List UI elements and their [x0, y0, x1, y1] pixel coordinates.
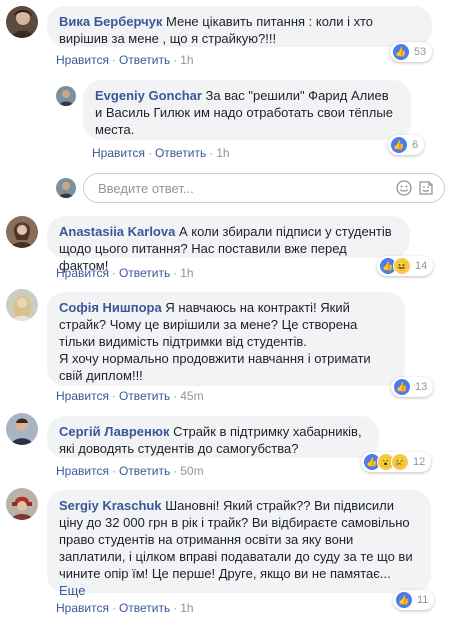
reaction-count: 14	[415, 260, 428, 272]
reply-input[interactable]	[96, 180, 360, 197]
avatar[interactable]	[6, 488, 38, 520]
reaction-badge[interactable]: 👍 53	[390, 42, 433, 62]
comment-actions: Нравится · Ответить · 1h	[56, 266, 194, 280]
avatar[interactable]	[6, 216, 38, 248]
comment-actions: Нравится · Ответить · 45m	[56, 389, 204, 403]
reply-link[interactable]: Ответить	[119, 53, 170, 67]
comment-actions: Нравится · Ответить · 50m	[56, 464, 204, 478]
reply-link[interactable]: Ответить	[119, 601, 170, 615]
timestamp[interactable]: 1h	[216, 146, 229, 160]
like-reaction-icon: 👍	[390, 136, 408, 154]
like-reaction-icon: 👍	[393, 378, 411, 396]
sticker-icon[interactable]	[418, 180, 434, 196]
sad-reaction-icon: 😢	[391, 453, 409, 471]
comment-actions: Нравится · Ответить · 1h	[56, 601, 194, 615]
reaction-badge[interactable]: 👍 6	[388, 135, 425, 155]
comment-actions: Нравится · Ответить · 1h	[92, 146, 230, 160]
reaction-count: 13	[415, 381, 428, 393]
comment-bubble: Sergiy Kraschuk Шановні! Який страйк?? В…	[47, 490, 431, 598]
like-link[interactable]: Нравится	[92, 146, 145, 160]
comment-bubble: Evgeniy Gonchar За вас "решили" Фарид Ал…	[83, 80, 411, 140]
timestamp[interactable]: 50m	[180, 464, 203, 478]
reaction-count: 11	[417, 594, 429, 606]
emoji-icon[interactable]	[396, 180, 412, 196]
reaction-badge[interactable]: 👍 😆 14	[377, 256, 434, 276]
current-user-avatar	[56, 178, 76, 198]
comment-bubble: Вика Берберчук Мене цікавить питання : к…	[47, 6, 432, 47]
avatar[interactable]	[6, 6, 38, 38]
timestamp[interactable]: 1h	[180, 53, 193, 67]
like-reaction-icon: 👍	[392, 43, 410, 61]
comment-actions: Нравится · Ответить · 1h	[56, 53, 194, 67]
timestamp[interactable]: 1h	[180, 601, 193, 615]
haha-reaction-icon: 😆	[393, 257, 411, 275]
comment-text-paragraph-2: Я хочу нормально продовжити навчання і о…	[59, 351, 371, 383]
reaction-badge[interactable]: 👍 11	[393, 590, 435, 610]
like-link[interactable]: Нравится	[56, 389, 109, 403]
comment-bubble: Софія Нишпора Я навчаюсь на контракті! Я…	[47, 292, 405, 386]
reaction-badge[interactable]: 👍 13	[391, 377, 434, 397]
comment-bubble: Сергій Лавренюк Страйк в підтримку хабар…	[47, 416, 379, 458]
commenter-name[interactable]: Evgeniy Gonchar	[95, 88, 202, 103]
commenter-name[interactable]: Sergiy Kraschuk	[59, 498, 162, 513]
avatar[interactable]	[56, 86, 76, 106]
reaction-count: 53	[414, 46, 427, 58]
reply-link[interactable]: Ответить	[119, 266, 170, 280]
like-reaction-icon: 👍	[395, 591, 413, 609]
commenter-name[interactable]: Anastasiia Karlova	[59, 224, 175, 239]
reaction-count: 6	[412, 139, 419, 151]
timestamp[interactable]: 45m	[180, 389, 203, 403]
like-link[interactable]: Нравится	[56, 266, 109, 280]
timestamp[interactable]: 1h	[180, 266, 193, 280]
reaction-count: 12	[413, 456, 426, 468]
comment-bubble: Anastasiia Karlova А коли збирали підпис…	[47, 216, 410, 273]
commenter-name[interactable]: Софія Нишпора	[59, 300, 162, 315]
like-link[interactable]: Нравится	[56, 601, 109, 615]
avatar[interactable]	[6, 413, 38, 445]
like-link[interactable]: Нравится	[56, 53, 109, 67]
reply-link[interactable]: Ответить	[155, 146, 206, 160]
reaction-badge[interactable]: 👍 😮 😢 12	[361, 452, 432, 472]
reply-box	[83, 173, 445, 203]
commenter-name[interactable]: Сергій Лавренюк	[59, 424, 170, 439]
avatar[interactable]	[6, 289, 38, 321]
like-link[interactable]: Нравится	[56, 464, 109, 478]
reply-link[interactable]: Ответить	[119, 389, 170, 403]
reply-link[interactable]: Ответить	[119, 464, 170, 478]
commenter-name[interactable]: Вика Берберчук	[59, 14, 162, 29]
see-more-link[interactable]: Еще	[59, 583, 85, 598]
